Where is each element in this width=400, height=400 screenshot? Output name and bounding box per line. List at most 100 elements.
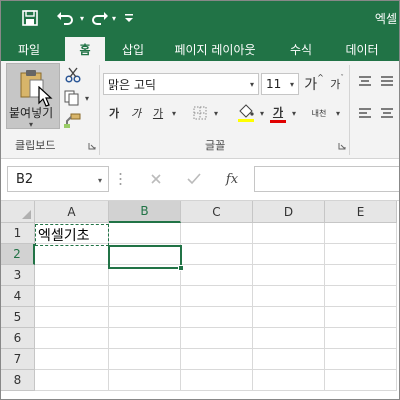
column-header-b[interactable]: B (109, 201, 181, 223)
grid-cell[interactable] (253, 265, 325, 286)
undo-dropdown-icon[interactable]: ▾ (77, 7, 87, 29)
grid-cell[interactable] (109, 286, 181, 307)
grid-cell[interactable] (325, 370, 397, 391)
font-color-dropdown-icon[interactable]: ▾ (289, 105, 299, 121)
save-icon[interactable] (19, 7, 41, 29)
row-header-1[interactable]: 1 (1, 223, 35, 244)
font-name-select[interactable]: 맑은 고딕 ▾ (103, 73, 259, 95)
grid-cell[interactable] (35, 370, 109, 391)
grid-cell[interactable] (109, 307, 181, 328)
grid-cell[interactable] (181, 307, 253, 328)
top-align-icon[interactable] (355, 71, 375, 91)
grid-cell[interactable] (325, 244, 397, 265)
grid-cell[interactable] (325, 265, 397, 286)
grid-cell[interactable] (325, 328, 397, 349)
align-center-icon[interactable] (377, 103, 397, 123)
formula-input[interactable] (254, 166, 399, 192)
font-dialog-launcher-icon[interactable] (337, 141, 347, 151)
enter-check-icon[interactable] (183, 169, 205, 189)
tab-home[interactable]: 홈 (65, 37, 105, 61)
grid-cell[interactable] (181, 265, 253, 286)
grid-cell[interactable] (35, 244, 109, 265)
grid-cell[interactable] (35, 265, 109, 286)
italic-button[interactable]: 가 (127, 103, 145, 123)
decrease-font-size-button[interactable]: 가ˇ (327, 73, 347, 95)
grid-cell[interactable] (325, 349, 397, 370)
grid-cell[interactable] (35, 286, 109, 307)
fill-handle[interactable] (178, 265, 184, 271)
grid-cell[interactable] (325, 307, 397, 328)
grid-cell[interactable] (181, 328, 253, 349)
font-size-select[interactable]: 11 ▾ (261, 73, 299, 95)
grid-cell[interactable] (181, 286, 253, 307)
grid-cell[interactable] (253, 328, 325, 349)
copy-dropdown-icon[interactable]: ▾ (83, 91, 91, 105)
grid-cell[interactable] (253, 307, 325, 328)
middle-align-icon[interactable] (377, 71, 397, 91)
copy-icon[interactable] (61, 88, 83, 108)
cancel-icon[interactable] (145, 169, 167, 189)
bold-button[interactable]: 가 (105, 103, 123, 123)
underline-dropdown-icon[interactable]: ▾ (169, 105, 179, 121)
row-header-8[interactable]: 8 (1, 370, 35, 391)
grid-cell[interactable] (253, 223, 325, 244)
grid-cell[interactable] (181, 370, 253, 391)
paste-button[interactable]: 붙여넣기 ▾ (6, 63, 60, 129)
column-header-c[interactable]: C (181, 201, 253, 223)
align-left-icon[interactable] (355, 103, 375, 123)
grid-cell[interactable] (109, 223, 181, 244)
grid-cell[interactable] (181, 223, 253, 244)
row-header-3[interactable]: 3 (1, 265, 35, 286)
grid-cell[interactable] (35, 307, 109, 328)
format-painter-icon[interactable] (61, 111, 83, 131)
tab-file[interactable]: 파일 (7, 37, 51, 61)
clipboard-dialog-launcher-icon[interactable] (87, 141, 97, 151)
insert-function-button[interactable]: fx (221, 169, 243, 189)
column-header-d[interactable]: D (253, 201, 325, 223)
phonetic-guide-button[interactable]: 내천 (307, 103, 331, 123)
row-header-5[interactable]: 5 (1, 307, 35, 328)
row-header-2[interactable]: 2 (1, 244, 35, 265)
grid-cell[interactable] (253, 370, 325, 391)
active-cell-b2[interactable] (108, 245, 182, 269)
customize-qat-icon[interactable] (123, 7, 135, 29)
redo-dropdown-icon[interactable]: ▾ (109, 7, 119, 29)
row-header-6[interactable]: 6 (1, 328, 35, 349)
row-header-7[interactable]: 7 (1, 349, 35, 370)
font-color-button[interactable]: 가 (267, 101, 289, 125)
borders-dropdown-icon[interactable]: ▾ (211, 105, 221, 121)
grid-cell[interactable] (325, 286, 397, 307)
increase-font-size-button[interactable]: 가 ^ (303, 73, 325, 95)
tab-formulas[interactable]: 수식 (279, 37, 323, 61)
borders-icon[interactable] (189, 103, 211, 123)
redo-icon[interactable] (89, 7, 111, 29)
grid-cell[interactable] (181, 244, 253, 265)
grid-cell[interactable] (109, 349, 181, 370)
select-all-button[interactable] (1, 201, 35, 223)
grid-cell[interactable] (253, 244, 325, 265)
underline-button[interactable]: 가 (149, 103, 167, 123)
grid-cell[interactable] (109, 328, 181, 349)
grid-cell[interactable] (35, 349, 109, 370)
grid-cell[interactable] (253, 349, 325, 370)
column-header-e[interactable]: E (325, 201, 397, 223)
tab-insert[interactable]: 삽입 (113, 37, 153, 61)
fill-color-icon[interactable] (235, 101, 257, 125)
tab-page-layout[interactable]: 페이지 레이아웃 (165, 37, 265, 61)
name-box[interactable]: B2 ▾ (7, 166, 109, 192)
grid-cell[interactable] (35, 328, 109, 349)
grid-cell[interactable] (325, 223, 397, 244)
row-header-4[interactable]: 4 (1, 286, 35, 307)
fill-color-dropdown-icon[interactable]: ▾ (257, 105, 267, 121)
grid-cell[interactable] (253, 286, 325, 307)
grid-cell[interactable] (181, 349, 253, 370)
column-header-a[interactable]: A (35, 201, 109, 223)
paste-dropdown-icon[interactable]: ▾ (29, 120, 33, 129)
formula-bar-splitter-icon[interactable] (115, 171, 125, 187)
cut-icon[interactable] (63, 65, 83, 85)
grid-cell[interactable] (109, 370, 181, 391)
undo-icon[interactable] (53, 7, 77, 29)
cell-a1[interactable]: 엑셀기초 (38, 225, 90, 245)
phonetic-dropdown-icon[interactable]: ▾ (333, 105, 343, 121)
tab-data[interactable]: 데이터 (335, 37, 389, 61)
